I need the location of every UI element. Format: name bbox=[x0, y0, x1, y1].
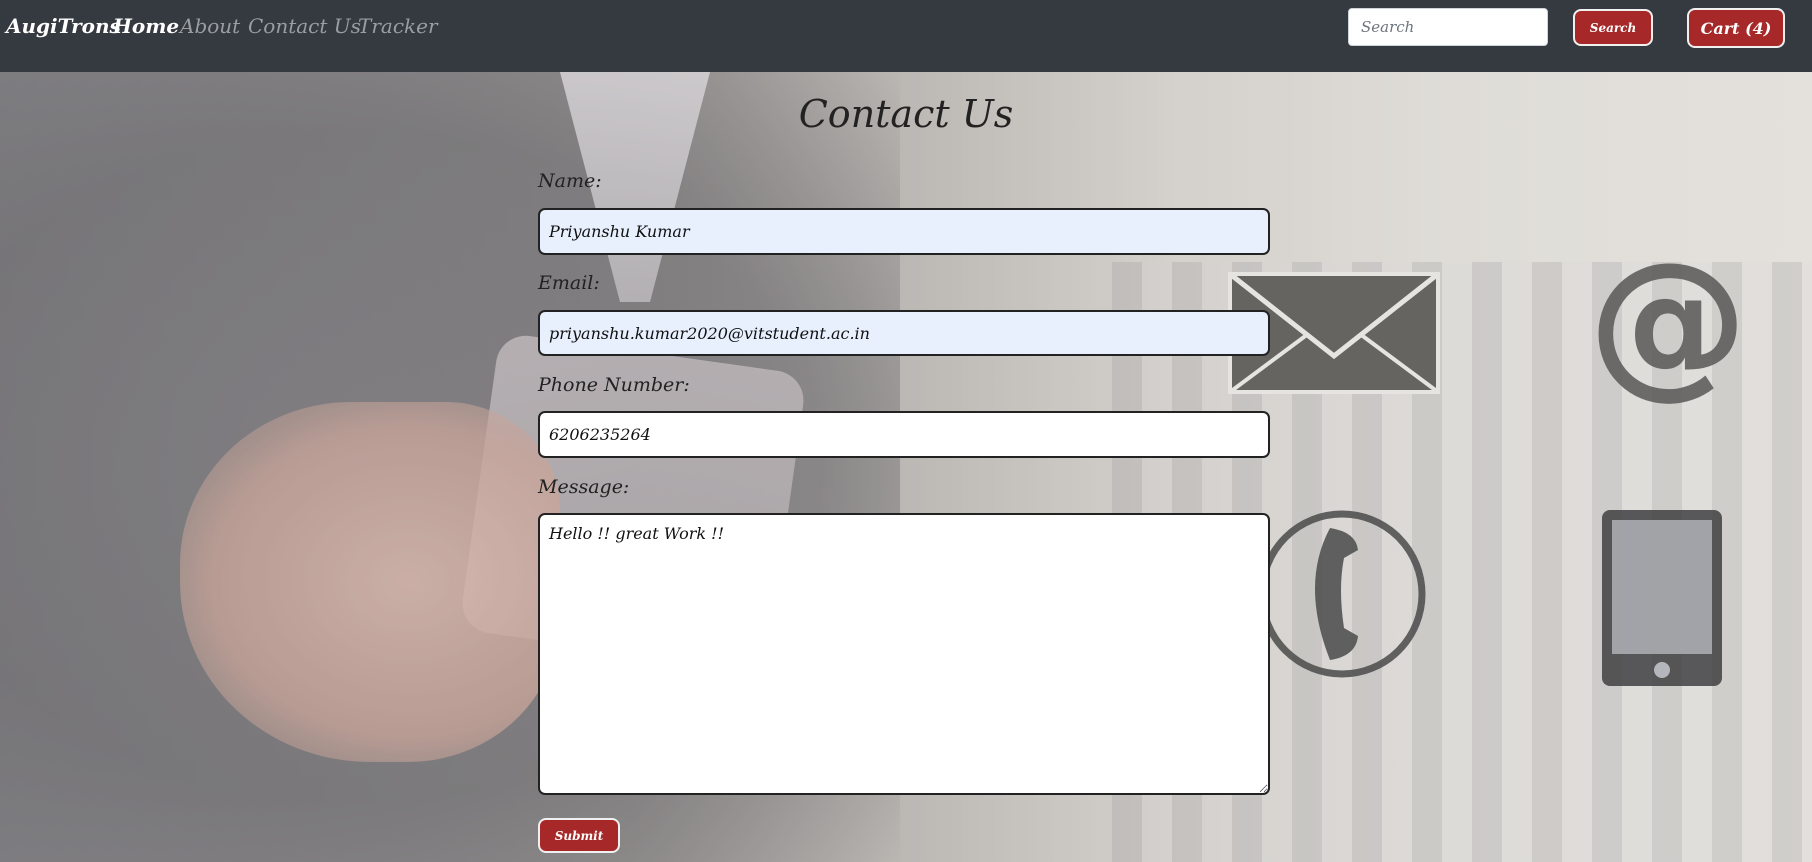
search-input[interactable] bbox=[1348, 8, 1548, 46]
nav-link-tracker[interactable]: Tracker bbox=[358, 14, 438, 38]
phone-label: Phone Number: bbox=[538, 374, 690, 396]
nav-link-about[interactable]: About bbox=[180, 14, 240, 38]
submit-button[interactable]: Submit bbox=[538, 818, 620, 853]
search-button[interactable]: Search bbox=[1573, 9, 1653, 46]
name-field[interactable] bbox=[538, 208, 1270, 255]
message-textarea[interactable]: Hello !! great Work !! bbox=[538, 513, 1270, 795]
nav-link-contact-us[interactable]: Contact Us bbox=[248, 14, 361, 38]
message-label: Message: bbox=[538, 476, 630, 498]
cart-button[interactable]: Cart (4) bbox=[1687, 8, 1785, 48]
email-label: Email: bbox=[538, 272, 600, 294]
nav-link-home[interactable]: Home bbox=[113, 14, 179, 38]
tablet-icon bbox=[1602, 510, 1722, 686]
phone-icon bbox=[1258, 510, 1426, 678]
phone-number-field[interactable] bbox=[538, 411, 1270, 458]
navbar: AugiTrons Home About Contact Us Tracker … bbox=[0, 0, 1812, 72]
at-icon: @ bbox=[1588, 227, 1748, 414]
email-field[interactable] bbox=[538, 310, 1270, 356]
page-title: Contact Us bbox=[798, 92, 1014, 136]
brand-logo[interactable]: AugiTrons bbox=[6, 14, 121, 38]
name-label: Name: bbox=[538, 170, 602, 192]
